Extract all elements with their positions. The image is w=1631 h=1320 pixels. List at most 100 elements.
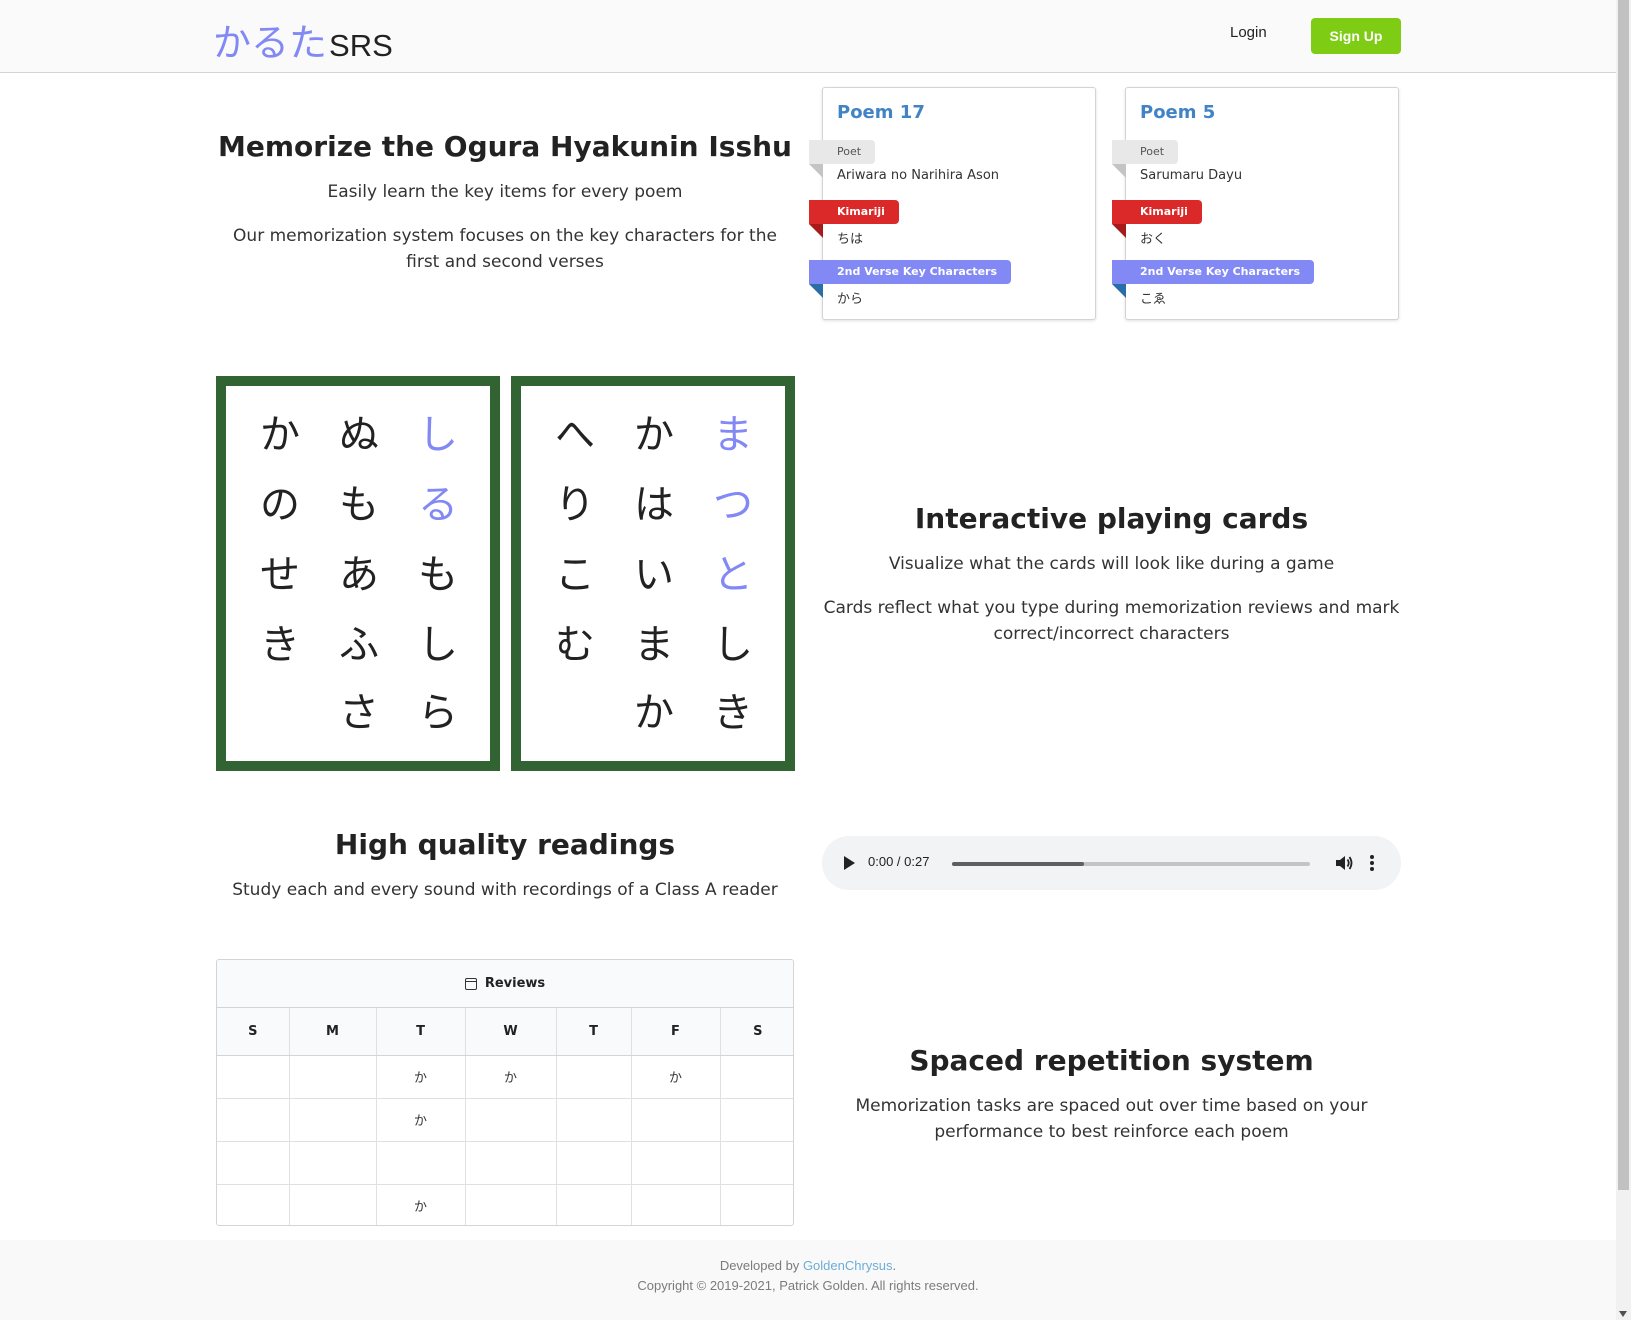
audio-progress-fill [952,862,1085,866]
page-scrollbar[interactable] [1616,0,1631,1320]
day-header: S [217,1008,290,1056]
card-char-highlighted: と [713,552,753,598]
readings-section: High quality readings Study each and eve… [216,828,794,903]
calendar-cell [465,1184,557,1225]
poem-card[interactable]: Poem 5 Poet Sarumaru Dayu Kimariji おく 2n… [1112,87,1399,320]
calendar-cell [556,1098,632,1142]
signup-button[interactable]: Sign Up [1311,18,1401,54]
day-header: M [289,1008,377,1056]
karuta-card-face: か の せ き ぬ も あ ふ さ し る も し ら [226,386,490,761]
second-verse-value: から [837,292,864,307]
second-verse-value: こゑ [1140,292,1167,307]
karuta-card: へ り こ む か は い ま か ま つ と し き [511,376,795,771]
playing-cards-description: Cards reflect what you type during memor… [823,598,1400,644]
reviews-calendar: Reviews S M T W T F S か か か か か [216,959,794,1226]
card-char: む [555,622,595,668]
calendar-cell [217,1184,290,1225]
calendar-row: か [217,1098,793,1142]
calendar-header: Reviews [217,960,793,1008]
play-icon[interactable] [844,856,855,870]
calendar-cell [720,1055,793,1099]
footer-developed-suffix: . [892,1258,897,1273]
calendar-cell [465,1141,557,1185]
calendar-table: S M T W T F S か か か か か [217,1008,793,1225]
card-char: ま [634,622,674,668]
poem-card-title[interactable]: Poem 17 [837,102,925,123]
calendar-cell [289,1098,377,1142]
calendar-cell [631,1098,721,1142]
card-char-highlighted: つ [713,482,753,528]
audio-time: 0:00 / 0:27 [868,854,930,869]
calendar-cell [289,1141,377,1185]
poem-card-title[interactable]: Poem 5 [1140,102,1215,123]
calendar-cell [556,1055,632,1099]
srs-title: Spaced repetition system [909,1044,1314,1077]
readings-subtitle: Study each and every sound with recordin… [232,880,778,900]
login-link[interactable]: Login [1230,24,1267,41]
kimariji-label: Kimariji [809,200,899,238]
calendar-cell [217,1141,290,1185]
calendar-cell: か [376,1055,466,1099]
calendar-row: か [217,1184,793,1225]
day-header: S [720,1008,793,1056]
card-char-highlighted: し [418,412,458,458]
card-char: き [260,622,300,668]
hero-description: Our memorization system focuses on the k… [233,226,777,272]
card-char: か [634,690,674,736]
calendar-row: か か か [217,1055,793,1099]
scrollbar-thumb[interactable] [1618,0,1629,1190]
hero-title: Memorize the Ogura Hyakunin Isshu [218,130,792,163]
day-header: W [465,1008,557,1056]
karuta-card: か の せ き ぬ も あ ふ さ し る も し ら [216,376,500,771]
scroll-down-icon[interactable] [1619,1311,1627,1317]
brand-kana: かるた [213,21,328,65]
calendar-cell [217,1098,290,1142]
calendar-cell: か [376,1098,466,1142]
calendar-cell [631,1184,721,1225]
poet-value: Sarumaru Dayu [1140,168,1243,183]
audio-player[interactable]: 0:00 / 0:27 [822,836,1401,890]
footer: Developed by GoldenChrysus. Copyright © … [0,1240,1616,1320]
calendar-cell [465,1098,557,1142]
hero-subtitle: Easily learn the key items for every poe… [327,182,683,202]
playing-cards-subtitle: Visualize what the cards will look like … [888,554,1335,574]
card-char: ら [418,690,458,736]
calendar-cell [376,1141,466,1185]
brand-suffix: SRS [329,28,393,63]
card-char: か [634,412,674,458]
playing-cards-title: Interactive playing cards [914,502,1309,535]
calendar-cell [720,1141,793,1185]
second-verse-label: 2nd Verse Key Characters [1112,260,1314,298]
poem-card[interactable]: Poem 17 Poet Ariwara no Narihira Ason Ki… [809,87,1096,320]
audio-progress-track[interactable] [952,862,1310,866]
card-char: ふ [339,622,379,668]
card-char: し [713,622,753,668]
volume-icon[interactable] [1334,854,1354,872]
brand-logo[interactable]: かるたSRS [213,12,393,67]
day-header: T [376,1008,466,1056]
card-char: へ [555,412,595,458]
more-options-icon[interactable] [1369,854,1375,872]
card-char: は [634,482,674,528]
kimariji-value: おく [1140,232,1167,247]
calendar-cell: か [631,1055,721,1099]
footer-credit: Developed by GoldenChrysus. [0,1258,1616,1273]
card-char: あ [339,552,379,598]
card-char: き [713,690,753,736]
card-char: も [418,552,458,598]
calendar-title: Reviews [484,976,546,991]
day-header: T [556,1008,632,1056]
developer-link[interactable]: GoldenChrysus [803,1258,893,1273]
calendar-cell [556,1184,632,1225]
poet-value: Ariwara no Narihira Ason [837,168,1000,183]
footer-copyright: Copyright © 2019-2021, Patrick Golden. A… [637,1278,979,1293]
card-char: の [260,482,300,528]
calendar-row [217,1141,793,1185]
srs-description: Memorization tasks are spaced out over t… [855,1096,1368,1142]
card-char: さ [339,690,379,736]
card-char-highlighted: る [418,482,458,528]
second-verse-label: 2nd Verse Key Characters [809,260,1011,298]
karuta-card-face: へ り こ む か は い ま か ま つ と し き [521,386,785,761]
kimariji-label: Kimariji [1112,200,1202,238]
playing-cards-section: Interactive playing cards Visualize what… [822,502,1401,647]
